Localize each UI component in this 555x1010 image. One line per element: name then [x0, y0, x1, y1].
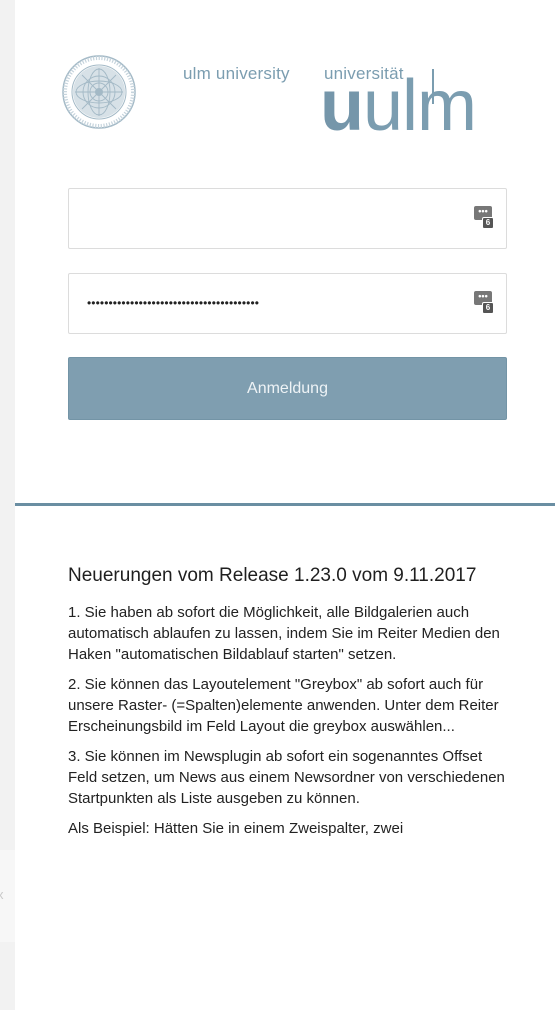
section-divider: [15, 503, 555, 506]
university-seal-icon: [62, 55, 136, 129]
password-field[interactable]: ••••••••••••••••••••••••••••••••••••••••…: [68, 273, 507, 334]
background-left-strip: x: [0, 0, 15, 1010]
release-note-truncated: Als Beispiel: Hätten Sie in einem Zweisp…: [68, 820, 404, 837]
release-note-item: 1. Sie haben ab sofort die Möglichkeit, …: [68, 604, 500, 663]
login-button[interactable]: Anmeldung: [68, 357, 507, 420]
login-panel: ulm university universität u ulm ••• 6 ••…: [15, 0, 555, 1010]
password-input[interactable]: ••••••••••••••••••••••••••••••••••••••••: [87, 295, 259, 311]
logo-wordmark: u ulm: [320, 69, 532, 143]
release-note-item: 3. Sie können im Newsplugin ab sofort ei…: [68, 748, 505, 807]
logo-english-name: ulm university: [183, 64, 290, 83]
key-manager-icon[interactable]: ••• 6: [474, 206, 494, 232]
logo-wordmark-bold: u: [320, 66, 364, 146]
logo-wordmark-thin: ulm: [362, 66, 477, 146]
username-input[interactable]: [69, 189, 506, 248]
background-close-icon: x: [0, 887, 4, 902]
key-manager-icon[interactable]: ••• 6: [474, 291, 494, 317]
release-notes: Neuerungen vom Release 1.23.0 vom 9.11.2…: [68, 565, 513, 839]
key-manager-badge: 6: [482, 302, 494, 314]
release-notes-title: Neuerungen vom Release 1.23.0 vom 9.11.2…: [68, 565, 477, 586]
username-field[interactable]: ••• 6: [68, 188, 507, 249]
release-note-item: 2. Sie können das Layoutelement "Greybox…: [68, 676, 499, 735]
key-manager-badge: 6: [482, 217, 494, 229]
university-logo: ulm university universität u ulm: [61, 43, 521, 143]
